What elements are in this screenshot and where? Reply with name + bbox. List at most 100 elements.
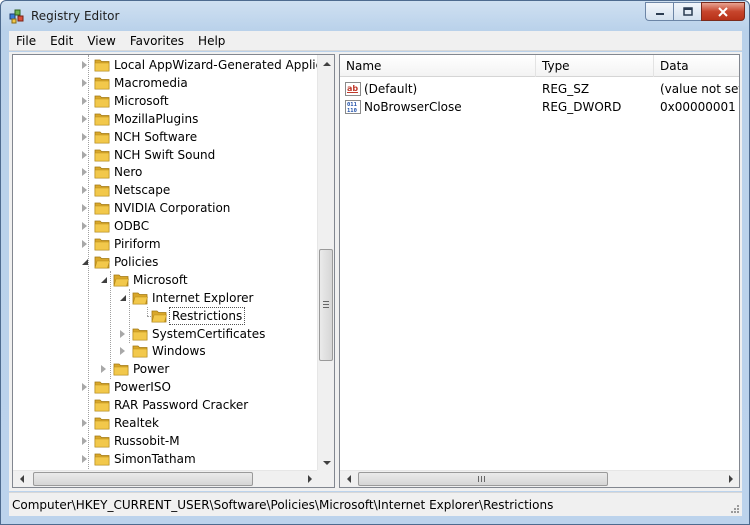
tree-item[interactable]: Piriform [13,235,318,253]
collapsed-arrow-icon[interactable] [82,114,87,123]
values-list[interactable]: Name Type Data ab (Default) REG_SZ (valu… [339,54,740,488]
tree-item[interactable]: Microsoft [13,271,318,289]
collapsed-arrow-icon[interactable] [82,383,87,392]
tree-item[interactable]: NCH Swift Sound [13,146,318,164]
collapsed-arrow-icon[interactable] [101,365,106,374]
value-type: REG_DWORD [542,100,622,114]
tree-item[interactable]: Nero [13,163,318,181]
scroll-down-button[interactable] [318,454,334,471]
tree-item[interactable]: RAR Password Cracker [13,396,318,414]
menu-favorites[interactable]: Favorites [123,31,191,51]
values-horizontal-scrollbar[interactable] [340,470,739,487]
title-bar[interactable]: Registry Editor [1,1,749,31]
value-row-default[interactable]: ab (Default) REG_SZ (value not set) [340,80,739,98]
collapsed-arrow-icon[interactable] [82,96,87,105]
value-row-nobrowserclose[interactable]: 011 110 NoBrowserClose REG_DWORD 0x00000… [340,98,739,116]
column-header-name[interactable]: Name [340,55,536,77]
menu-file[interactable]: File [9,31,43,51]
collapsed-arrow-icon[interactable] [82,168,87,177]
tree-item[interactable]: PowerISO [13,378,318,396]
tree-item-label: PowerISO [114,380,171,395]
scroll-right-button[interactable] [301,471,318,487]
tree-item-label: Microsoft [133,272,188,287]
close-button[interactable] [701,2,745,21]
tree-item[interactable]: Policies [13,253,318,271]
tree-item[interactable]: Internet Explorer [13,289,318,307]
value-data: 0x00000001 (1) [660,100,739,114]
tree-item[interactable]: NCH Software [13,128,318,146]
tree-item[interactable]: Microsoft [13,92,318,110]
tree-item[interactable]: Realtek [13,414,318,432]
minimize-button[interactable] [645,2,673,21]
scroll-thumb[interactable] [358,472,608,486]
binary-value-icon: 011 110 [345,100,361,114]
tree-item[interactable]: Restrictions [13,306,318,325]
collapsed-arrow-icon[interactable] [82,454,87,463]
value-name: NoBrowserClose [364,100,462,114]
folder-icon [94,59,110,72]
collapsed-arrow-icon[interactable] [82,222,87,231]
tree-item[interactable]: Local AppWizard-Generated Applicatic [13,56,318,74]
tree-item[interactable]: Netscape [13,181,318,199]
tree-item-label: ODBC [114,219,150,234]
menu-edit[interactable]: Edit [43,31,80,51]
tree-item-label: NCH Swift Sound [114,147,216,162]
expanded-arrow-icon[interactable] [120,294,126,301]
collapsed-arrow-icon[interactable] [82,419,87,427]
collapsed-arrow-icon[interactable] [82,204,87,213]
scroll-left-button[interactable] [340,471,357,487]
arrow-down-icon [322,460,331,465]
collapsed-arrow-icon[interactable] [120,347,125,356]
column-header-type[interactable]: Type [536,55,654,77]
tree-horizontal-scrollbar[interactable] [13,470,318,487]
string-value-icon: ab [345,82,361,96]
tree-item-label: Microsoft [114,93,169,108]
menu-view[interactable]: View [80,31,122,51]
collapsed-arrow-icon[interactable] [82,132,87,141]
folder-icon [94,77,110,90]
folder-icon [94,220,110,233]
arrow-up-icon [322,61,331,66]
minimize-icon [655,12,664,15]
key-tree[interactable]: Local AppWizard-Generated Applicatic Macr… [12,54,335,488]
column-header-data[interactable]: Data [654,55,739,77]
resize-grip-icon[interactable] [728,502,740,514]
expanded-arrow-icon[interactable] [101,276,107,283]
collapsed-arrow-icon[interactable] [82,186,87,195]
scroll-left-button[interactable] [13,471,30,487]
tree-item[interactable]: ODBC [13,217,318,235]
tree-item-label: Policies [114,254,159,269]
folder-icon [94,202,110,215]
expanded-arrow-icon[interactable] [82,258,88,265]
tree-item-label: Piriform [114,237,161,251]
scroll-thumb[interactable] [33,472,253,486]
tree-item[interactable]: SimonTatham [13,450,318,468]
collapsed-arrow-icon[interactable] [82,240,87,248]
tree-item-label: Realtek [114,416,159,430]
registry-editor-icon [9,9,24,24]
tree-item[interactable]: NVIDIA Corporation [13,199,318,217]
folder-icon [94,131,110,143]
tree-item[interactable]: SystemCertificates [13,325,318,343]
maximize-button[interactable] [673,2,701,21]
scroll-up-button[interactable] [318,55,334,72]
menu-help[interactable]: Help [191,31,232,51]
folder-icon [94,238,110,251]
collapsed-arrow-icon[interactable] [82,150,87,159]
column-headers: Name Type Data [340,55,739,77]
window-title: Registry Editor [31,9,120,23]
tree-item[interactable]: Windows [13,342,318,360]
tree-item[interactable]: MozillaPlugins [13,110,318,128]
collapsed-arrow-icon[interactable] [82,436,87,445]
collapsed-arrow-icon[interactable] [82,61,87,69]
scroll-right-button[interactable] [722,471,739,487]
tree-item-label: NVIDIA Corporation [114,201,231,216]
tree-vertical-scrollbar[interactable] [317,55,334,471]
tree-item[interactable]: Russobit-M [13,432,318,450]
collapsed-arrow-icon[interactable] [82,78,87,87]
value-type: REG_SZ [542,82,590,96]
collapsed-arrow-icon[interactable] [120,329,125,338]
tree-item[interactable]: Power [13,360,318,378]
scroll-thumb[interactable] [319,249,333,361]
tree-item[interactable]: Macromedia [13,74,318,92]
